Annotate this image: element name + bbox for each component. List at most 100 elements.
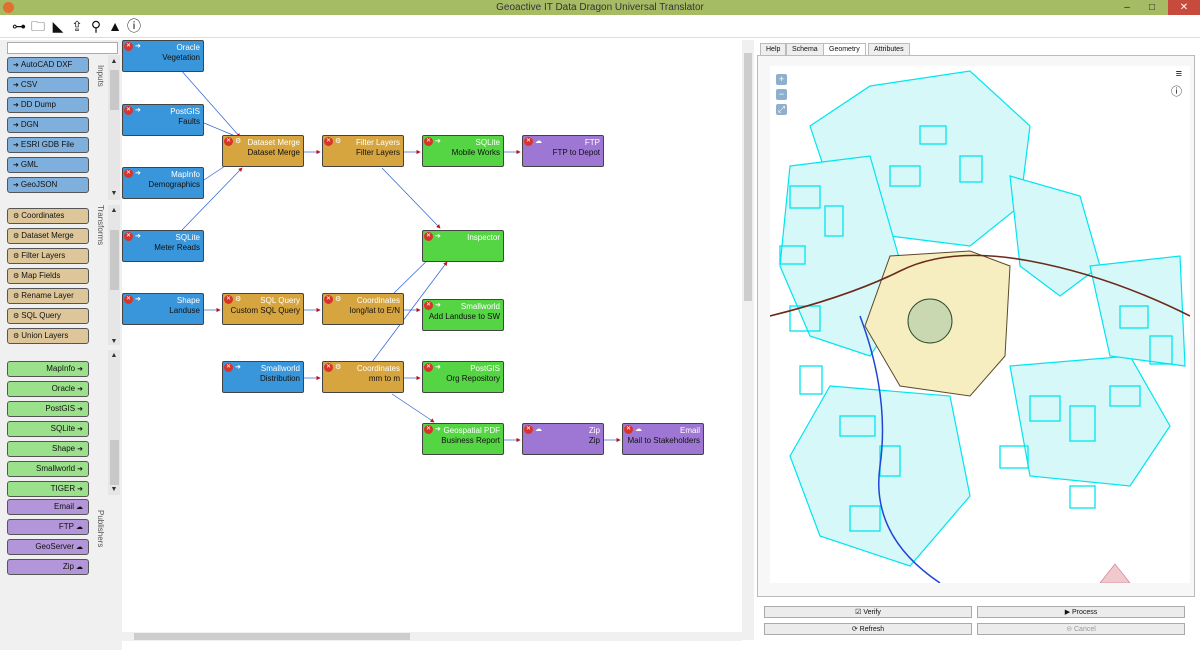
mortarboard-icon[interactable]: ▲ [106,17,124,35]
zoom-extent-button[interactable]: ⤢ [776,104,787,115]
node-postgis[interactable]: ✕ ➜ PostGIS Faults [122,104,204,136]
node-sqlite-in[interactable]: ✕ ➜ SQLite Meter Reads [122,230,204,262]
delete-node-icon[interactable]: ✕ [124,295,133,304]
scroll-up-icon[interactable]: ▲ [109,58,119,65]
scroll-up-icon[interactable]: ▲ [109,207,119,214]
palette-transform-map-fields[interactable]: ⚙ Map Fields [7,268,89,284]
delete-node-icon[interactable]: ✕ [224,363,233,372]
delete-node-icon[interactable]: ✕ [524,425,533,434]
delete-node-icon[interactable]: ✕ [524,137,533,146]
palette-output-oracle[interactable]: Oracle ➜ [7,381,89,397]
node-inspector[interactable]: ✕ ➜ Inspector [422,230,504,262]
node-email[interactable]: ✕ ☁ Email Mail to Stakeholders [622,423,704,455]
delete-node-icon[interactable]: ✕ [424,137,433,146]
palette-transform-coordinates[interactable]: ⚙ Coordinates [7,208,89,224]
upload-icon[interactable]: ⇪ [68,17,86,35]
delete-node-icon[interactable]: ✕ [124,232,133,241]
geometry-map[interactable]: + − ⤢ ≡ ⓘ [770,66,1190,583]
eraser-icon[interactable]: ◣ [49,17,67,35]
delete-node-icon[interactable]: ✕ [124,169,133,178]
delete-node-icon[interactable]: ✕ [224,295,233,304]
palette-input-esri-gdb-file[interactable]: ➜ ESRI GDB File [7,137,89,153]
maximize-button[interactable]: □ [1140,0,1164,15]
palette-transform-sql-query[interactable]: ⚙ SQL Query [7,308,89,324]
process-button[interactable]: ▶ Process [977,606,1185,618]
workflow-canvas[interactable]: ✕ ➜ Oracle Vegetation ✕ ➜ PostGIS Faults ✕ ➜ MapIn… [122,40,742,640]
palette-publisher-ftp[interactable]: FTP ☁ [7,519,89,535]
tab-schema[interactable]: Schema [786,43,824,55]
node-coord2[interactable]: ✕ ⚙ Coordinates mm to m [322,361,404,393]
node-sw-out[interactable]: ✕ ➜ Smallworld Add Landuse to SW [422,299,504,331]
palette-input-geojson[interactable]: ➜ GeoJSON [7,177,89,193]
inputs-scroll-thumb[interactable] [110,70,119,110]
delete-node-icon[interactable]: ✕ [424,363,433,372]
delete-node-icon[interactable]: ✕ [324,295,333,304]
palette-input-dgn[interactable]: ➜ DGN [7,117,89,133]
zoom-in-button[interactable]: + [776,74,787,85]
canvas-vertical-scrollbar[interactable] [742,40,754,640]
palette-transform-rename-layer[interactable]: ⚙ Rename Layer [7,288,89,304]
delete-node-icon[interactable]: ✕ [324,137,333,146]
menu-icon[interactable]: ≡ [1176,68,1182,80]
minimize-button[interactable]: – [1115,0,1139,15]
node-sqlquery[interactable]: ✕ ⚙ SQL Query Custom SQL Query [222,293,304,325]
vertical-scroll-thumb[interactable] [744,53,752,301]
palette-publisher-email[interactable]: Email ☁ [7,499,89,515]
zoom-out-button[interactable]: − [776,89,787,100]
node-filter[interactable]: ✕ ⚙ Filter Layers Filter Layers [322,135,404,167]
palette-input-gml[interactable]: ➜ GML [7,157,89,173]
info-icon[interactable]: ⓘ [125,17,143,35]
node-coord1[interactable]: ✕ ⚙ Coordinates long/lat to E/N [322,293,404,325]
node-sqlite-out[interactable]: ✕ ➜ SQLite Mobile Works [422,135,504,167]
wrench-icon[interactable]: ⚲ [87,17,105,35]
node-merge[interactable]: ✕ ⚙ Dataset Merge Dataset Merge [222,135,304,167]
palette-search-input[interactable] [7,42,118,54]
palette-input-autocad-dxf[interactable]: ➜ AutoCAD DXF [7,57,89,73]
palette-input-csv[interactable]: ➜ CSV [7,77,89,93]
palette-publisher-zip[interactable]: Zip ☁ [7,559,89,575]
delete-node-icon[interactable]: ✕ [224,137,233,146]
palette-output-mapinfo[interactable]: MapInfo ➜ [7,361,89,377]
node-oracle[interactable]: ✕ ➜ Oracle Vegetation [122,40,204,72]
refresh-button[interactable]: ⟳ Refresh [764,623,972,635]
canvas-horizontal-scrollbar[interactable] [122,632,742,641]
delete-node-icon[interactable]: ✕ [624,425,633,434]
node-ftp[interactable]: ✕ ☁ FTP FTP to Depot [522,135,604,167]
node-zip[interactable]: ✕ ☁ Zip Zip [522,423,604,455]
node-pdf[interactable]: ✕ ➜ Geospatial PDF Business Report [422,423,504,455]
open-folder-icon[interactable]: 🗀 [29,17,47,35]
hierarchy-icon[interactable]: ⊶ [10,17,28,35]
scroll-up-icon[interactable]: ▲ [109,352,119,359]
palette-output-postgis[interactable]: PostGIS ➜ [7,401,89,417]
node-mapinfo[interactable]: ✕ ➜ MapInfo Demographics [122,167,204,199]
palette-transform-union-layers[interactable]: ⚙ Union Layers [7,328,89,344]
tab-attributes[interactable]: Attributes [868,43,910,55]
delete-node-icon[interactable]: ✕ [124,42,133,51]
cancel-button[interactable]: ⊝ Cancel [977,623,1185,635]
scroll-down-icon[interactable]: ▼ [109,338,119,345]
palette-output-tiger[interactable]: TIGER ➜ [7,481,89,497]
palette-output-shape[interactable]: Shape ➜ [7,441,89,457]
info-icon[interactable]: ⓘ [1171,83,1182,99]
delete-node-icon[interactable]: ✕ [424,232,433,241]
tab-help[interactable]: Help [760,43,787,55]
verify-button[interactable]: ☑ Verify [764,606,972,618]
palette-transform-dataset-merge[interactable]: ⚙ Dataset Merge [7,228,89,244]
outputs-scroll-thumb[interactable] [110,440,119,485]
scroll-down-icon[interactable]: ▼ [109,190,119,197]
delete-node-icon[interactable]: ✕ [124,106,133,115]
horizontal-scroll-thumb[interactable] [134,633,410,640]
node-shape[interactable]: ✕ ➜ Shape Landuse [122,293,204,325]
palette-transform-filter-layers[interactable]: ⚙ Filter Layers [7,248,89,264]
palette-input-dd-dump[interactable]: ➜ DD Dump [7,97,89,113]
delete-node-icon[interactable]: ✕ [324,363,333,372]
delete-node-icon[interactable]: ✕ [424,425,433,434]
palette-output-smallworld[interactable]: Smallworld ➜ [7,461,89,477]
transforms-scroll-thumb[interactable] [110,230,119,290]
palette-output-sqlite[interactable]: SQLite ➜ [7,421,89,437]
palette-publisher-geoserver[interactable]: GeoServer ☁ [7,539,89,555]
close-button[interactable]: ✕ [1168,0,1200,15]
node-sw-in[interactable]: ✕ ➜ Smallworld Distribution [222,361,304,393]
node-pg-out[interactable]: ✕ ➜ PostGIS Org Repository [422,361,504,393]
scroll-down-icon[interactable]: ▼ [109,486,119,493]
